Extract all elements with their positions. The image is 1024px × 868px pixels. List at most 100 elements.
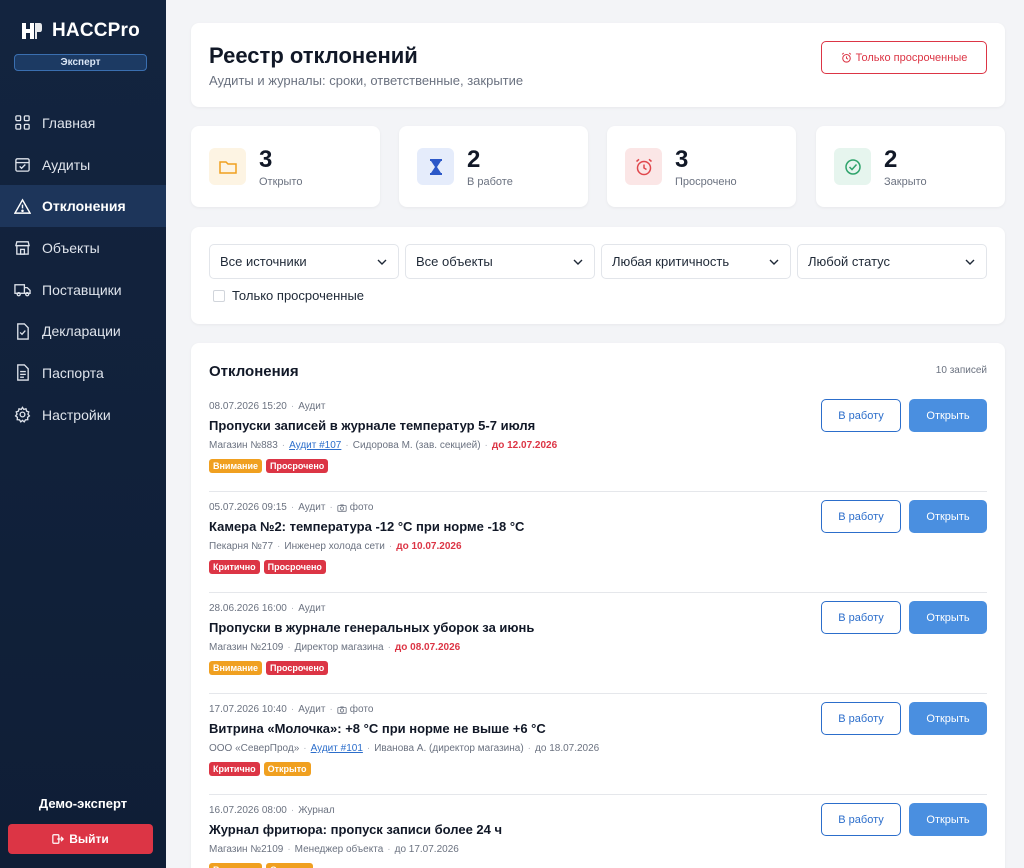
- take-to-work-button[interactable]: В работу: [821, 500, 901, 533]
- photo-label: фото: [349, 502, 374, 513]
- sidebar-item-audits[interactable]: Аудиты: [0, 144, 166, 186]
- overdue-only-checkbox[interactable]: [213, 289, 225, 302]
- item-tags: Внимание Просрочено: [209, 661, 329, 675]
- item-title[interactable]: Пропуски в журнале генеральных уборок за…: [209, 620, 534, 635]
- object-select[interactable]: Все объекты: [405, 244, 595, 279]
- overdue-only-filter[interactable]: Только просроченные: [213, 288, 364, 303]
- truck-icon: [14, 284, 31, 297]
- list-item: 28.06.2026 16:00 · Аудит Пропуски в журнале…: [209, 593, 987, 694]
- stat-open[interactable]: 3 Открыто: [191, 126, 380, 207]
- sidebar-item-passports[interactable]: Паспорта: [0, 352, 166, 394]
- stat-label: Просрочено: [675, 176, 737, 188]
- sidebar-item-label: Объекты: [42, 239, 100, 256]
- item-responsible: Сидорова М. (зав. секцией): [352, 440, 481, 451]
- open-button[interactable]: Открыть: [909, 601, 987, 634]
- brand[interactable]: HACCPro: [20, 20, 140, 42]
- item-responsible: Иванова А. (директор магазина): [374, 743, 524, 754]
- deviations-list: Отклонения 10 записей 08.07.2026 15:20 · А…: [191, 343, 1005, 868]
- folder-icon: [218, 160, 237, 174]
- stat-overdue[interactable]: 3 Просрочено: [607, 126, 796, 207]
- overdue-only-button[interactable]: Только просроченные: [821, 41, 987, 74]
- separator-dot: ·: [287, 642, 291, 653]
- item-title[interactable]: Пропуски записей в журнале температур 5-…: [209, 418, 535, 433]
- open-button[interactable]: Открыть: [909, 803, 987, 836]
- sidebar-item-label: Поставщики: [42, 281, 122, 298]
- status-badge: Просрочено: [266, 661, 329, 675]
- stat-icon-bg: [625, 148, 662, 185]
- sidebar-item-label: Аудиты: [42, 156, 91, 173]
- alarm-clock-icon: [635, 158, 652, 175]
- calendar-check-icon: [15, 158, 30, 172]
- sidebar-item-label: Отклонения: [42, 198, 126, 215]
- take-to-work-button[interactable]: В работу: [821, 803, 901, 836]
- logout-button[interactable]: Выйти: [8, 824, 153, 854]
- open-button[interactable]: Открыть: [909, 500, 987, 533]
- separator-dot: ·: [329, 502, 333, 513]
- take-to-work-button[interactable]: В работу: [821, 702, 901, 735]
- take-to-work-button[interactable]: В работу: [821, 601, 901, 634]
- sidebar-item-settings[interactable]: Настройки: [0, 394, 166, 436]
- sidebar: HACCPro Эксперт Главная Аудиты Отклонени…: [0, 0, 166, 868]
- document-check-icon: [17, 323, 29, 340]
- item-datetime: 08.07.2026 15:20: [209, 401, 287, 412]
- page-title: Реестр отклонений: [209, 43, 418, 68]
- stat-icon-bg: [417, 148, 454, 185]
- item-title[interactable]: Журнал фритюра: пропуск записи более 24 …: [209, 822, 502, 837]
- item-object: ООО «СеверПрод»: [209, 743, 300, 754]
- item-title[interactable]: Витрина «Молочка»: +8 °C при норме не вы…: [209, 721, 546, 736]
- item-title[interactable]: Камера №2: температура -12 °C при норме …: [209, 519, 524, 534]
- sidebar-item-declarations[interactable]: Декларации: [0, 310, 166, 352]
- take-to-work-button[interactable]: В работу: [821, 399, 901, 432]
- status-badge: Открыто: [266, 863, 313, 868]
- item-datetime: 16.07.2026 08:00: [209, 805, 287, 816]
- list-title: Отклонения: [209, 363, 299, 380]
- separator-dot: ·: [277, 541, 281, 552]
- page-header: Реестр отклонений Аудиты и журналы: срок…: [191, 23, 1005, 107]
- separator-dot: ·: [387, 844, 391, 855]
- separator-dot: ·: [290, 502, 295, 513]
- item-source: Аудит: [298, 704, 326, 715]
- item-datetime: 28.06.2026 16:00: [209, 603, 287, 614]
- list-item: 08.07.2026 15:20 · Аудит Пропуски записей в…: [209, 391, 987, 492]
- select-value: Любая критичность: [612, 254, 730, 269]
- stat-value: 2: [467, 146, 481, 173]
- stat-in-progress[interactable]: 2 В работе: [399, 126, 588, 207]
- warning-triangle-icon: [14, 198, 31, 214]
- status-badge: Критично: [209, 560, 260, 574]
- source-select[interactable]: Все источники: [209, 244, 399, 279]
- open-button[interactable]: Открыть: [909, 702, 987, 735]
- item-meta: 08.07.2026 15:20 · Аудит: [209, 401, 325, 412]
- criticality-select[interactable]: Любая критичность: [601, 244, 791, 279]
- sidebar-nav: Главная Аудиты Отклонения Объекты Постав…: [0, 102, 166, 436]
- logout-label: Выйти: [69, 832, 109, 846]
- separator-dot: ·: [290, 603, 295, 614]
- open-button[interactable]: Открыть: [909, 399, 987, 432]
- sidebar-item-home[interactable]: Главная: [0, 102, 166, 144]
- audit-link[interactable]: Аудит #107: [289, 440, 341, 451]
- hourglass-icon: [429, 158, 442, 175]
- sidebar-item-suppliers[interactable]: Поставщики: [0, 269, 166, 311]
- sidebar-item-objects[interactable]: Объекты: [0, 227, 166, 269]
- sidebar-item-label: Настройки: [42, 406, 111, 423]
- item-object: Магазин №2109: [209, 642, 284, 653]
- status-select[interactable]: Любой статус: [797, 244, 987, 279]
- item-due-date: до 10.07.2026: [396, 541, 462, 552]
- item-details: Магазин №2109 · Директор магазина · до 08.07…: [209, 642, 460, 653]
- item-meta: 28.06.2026 16:00 · Аудит: [209, 603, 325, 614]
- item-tags: Внимание Открыто: [209, 863, 313, 868]
- stat-closed[interactable]: 2 Закрыто: [816, 126, 1005, 207]
- item-datetime: 05.07.2026 09:15: [209, 502, 287, 513]
- item-tags: Критично Открыто: [209, 762, 311, 776]
- status-badge: Просрочено: [266, 459, 329, 473]
- item-object: Магазин №2109: [209, 844, 284, 855]
- item-tags: Внимание Просрочено: [209, 459, 329, 473]
- select-value: Любой статус: [808, 254, 891, 269]
- photo-indicator: фото: [337, 502, 374, 513]
- item-details: ООО «СеверПрод» · Аудит #101 · Иванова А. (д…: [209, 743, 599, 754]
- stat-label: В работе: [467, 176, 513, 188]
- audit-link[interactable]: Аудит #101: [311, 743, 363, 754]
- sidebar-item-deviations[interactable]: Отклонения: [0, 185, 166, 228]
- haccpro-logo-icon: [22, 23, 42, 39]
- separator-dot: ·: [290, 401, 295, 412]
- camera-icon: [337, 706, 347, 714]
